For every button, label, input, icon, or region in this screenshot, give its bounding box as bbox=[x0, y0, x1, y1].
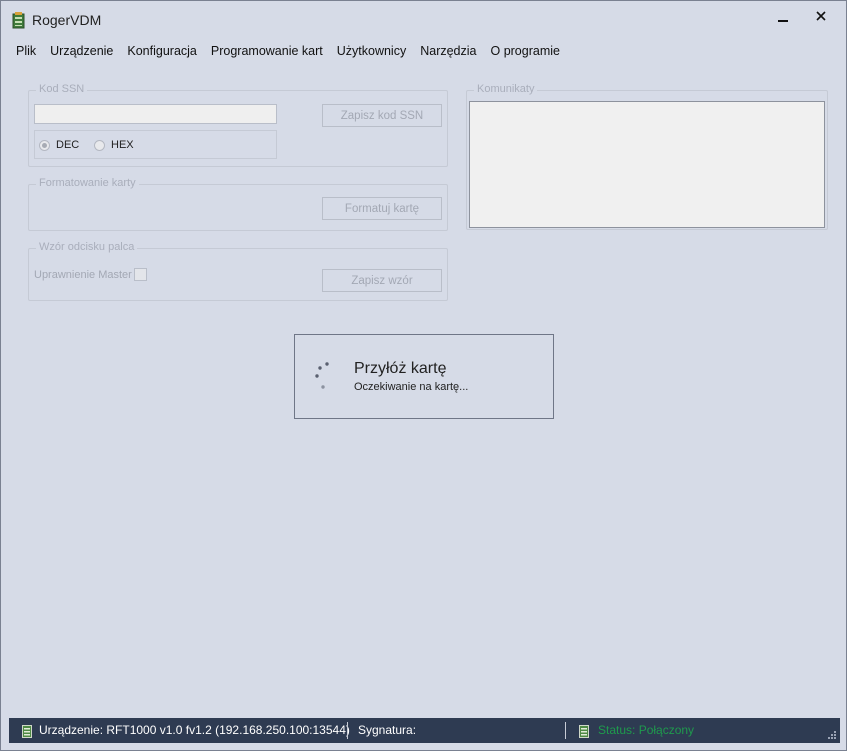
waiting-for-card-panel: Przyłóż kartę Oczekiwanie na kartę... bbox=[294, 334, 554, 419]
menu-urzadzenie[interactable]: Urządzenie bbox=[43, 41, 120, 63]
minimize-icon bbox=[778, 20, 788, 22]
main-window: RogerVDM Plik Urządzenie Konfiguracja Pr… bbox=[0, 0, 847, 751]
minimize-button[interactable] bbox=[768, 9, 798, 31]
menu-o-programie[interactable]: O programie bbox=[484, 41, 567, 63]
menu-konfiguracja[interactable]: Konfiguracja bbox=[120, 41, 204, 63]
format-card-button[interactable]: Formatuj kartę bbox=[322, 197, 442, 220]
window-title: RogerVDM bbox=[32, 12, 102, 28]
device-battery-icon bbox=[12, 12, 25, 29]
save-ssn-button[interactable]: Zapisz kod SSN bbox=[322, 104, 442, 127]
format-card-group: Formatowanie karty Formatuj kartę bbox=[28, 177, 448, 231]
menu-programowanie-kart[interactable]: Programowanie kart bbox=[204, 41, 330, 63]
ssn-legend: Kod SSN bbox=[36, 83, 88, 95]
device-info: Urządzenie: RFT1000 v1.0 fv1.2 (192.168.… bbox=[39, 723, 350, 737]
hex-radio[interactable]: HEX bbox=[94, 139, 134, 151]
master-permission-checkbox[interactable] bbox=[134, 268, 147, 281]
ssn-group: Kod SSN DEC HEX Zapisz kod SSN bbox=[28, 83, 448, 167]
hex-radio-dot bbox=[94, 139, 105, 151]
ssn-input[interactable] bbox=[34, 104, 277, 124]
dec-radio-label: DEC bbox=[56, 139, 80, 151]
connection-status: Status: Połączony bbox=[598, 723, 695, 737]
menu-bar: Plik Urządzenie Konfiguracja Programowan… bbox=[9, 41, 567, 63]
loading-spinner-icon bbox=[315, 362, 329, 389]
messages-legend: Komunikaty bbox=[474, 83, 538, 95]
device-status-icon bbox=[579, 725, 589, 738]
status-separator bbox=[347, 722, 348, 739]
title-bar[interactable]: RogerVDM bbox=[1, 1, 846, 39]
dec-radio-dot bbox=[39, 139, 50, 151]
messages-textarea[interactable] bbox=[469, 101, 825, 228]
hex-radio-label: HEX bbox=[111, 139, 134, 151]
close-button[interactable] bbox=[806, 9, 836, 31]
messages-group: Komunikaty bbox=[466, 83, 828, 230]
close-icon bbox=[816, 11, 826, 21]
device-icon bbox=[22, 725, 32, 738]
number-format-box: DEC HEX bbox=[34, 130, 277, 159]
resize-grip-icon[interactable] bbox=[827, 730, 837, 740]
save-fingerprint-button[interactable]: Zapisz wzór bbox=[322, 269, 442, 292]
format-card-legend: Formatowanie karty bbox=[36, 177, 139, 189]
wait-subtitle: Oczekiwanie na kartę... bbox=[354, 381, 469, 393]
master-permission-label: Uprawnienie Master bbox=[34, 269, 132, 281]
wait-title: Przyłóż kartę bbox=[354, 360, 447, 377]
menu-uzytkownicy[interactable]: Użytkownicy bbox=[330, 41, 413, 63]
fingerprint-legend: Wzór odcisku palca bbox=[36, 241, 138, 253]
signature-label: Sygnatura: bbox=[358, 723, 417, 737]
menu-narzedzia[interactable]: Narzędzia bbox=[413, 41, 483, 63]
dec-radio[interactable]: DEC bbox=[39, 139, 79, 151]
status-separator bbox=[565, 722, 566, 739]
status-bar: Urządzenie: RFT1000 v1.0 fv1.2 (192.168.… bbox=[9, 718, 840, 743]
menu-plik[interactable]: Plik bbox=[9, 41, 43, 63]
fingerprint-group: Wzór odcisku palca Uprawnienie Master Za… bbox=[28, 241, 448, 301]
